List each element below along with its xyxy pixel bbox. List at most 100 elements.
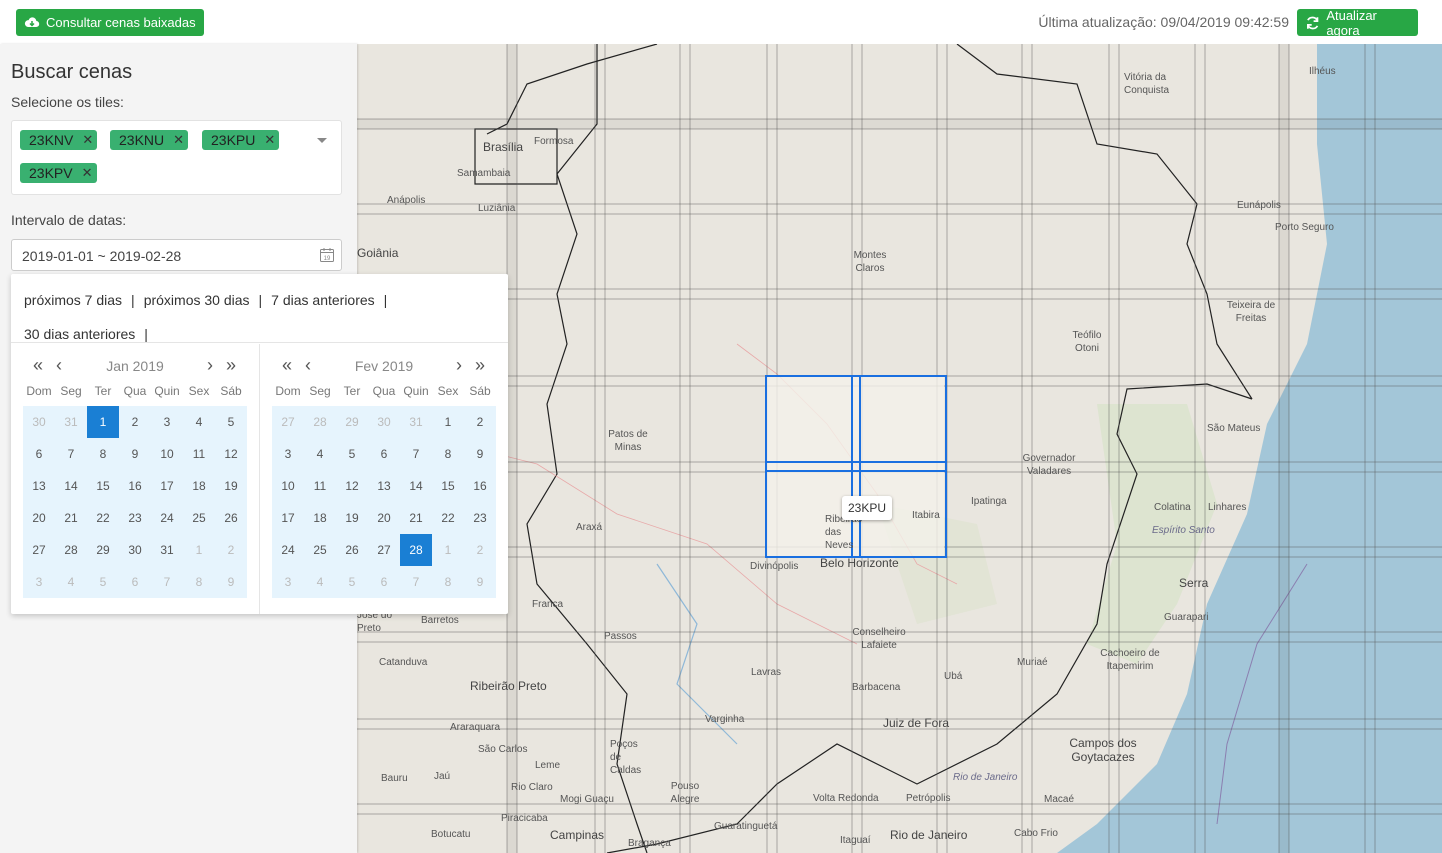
tiles-select[interactable]: 23KNV ✕ 23KNU ✕ 23KPU ✕ 23KPV ✕: [11, 120, 342, 195]
calendar-day[interactable]: 7: [55, 438, 87, 470]
calendar-day[interactable]: 31: [151, 534, 183, 566]
calendar-day[interactable]: 21: [55, 502, 87, 534]
remove-chip-icon[interactable]: ✕: [264, 132, 275, 148]
calendar-day[interactable]: 4: [183, 406, 215, 438]
calendar-day[interactable]: 8: [183, 566, 215, 598]
calendar-day[interactable]: 4: [304, 438, 336, 470]
calendar-day[interactable]: 5: [87, 566, 119, 598]
calendar-day[interactable]: 16: [119, 470, 151, 502]
calendar-day[interactable]: 7: [400, 566, 432, 598]
calendar-day[interactable]: 25: [183, 502, 215, 534]
calendar-day[interactable]: 8: [432, 566, 464, 598]
calendar-day[interactable]: 6: [368, 438, 400, 470]
next-month-icon[interactable]: ›: [456, 355, 462, 376]
next-month-icon[interactable]: ›: [207, 355, 213, 376]
calendar-day[interactable]: 16: [464, 470, 496, 502]
calendar-day[interactable]: 5: [215, 406, 247, 438]
calendar-day[interactable]: 12: [336, 470, 368, 502]
calendar-day[interactable]: 7: [400, 438, 432, 470]
calendar-day[interactable]: 23: [464, 502, 496, 534]
calendar-day[interactable]: 28: [400, 534, 432, 566]
calendar-day[interactable]: 8: [432, 438, 464, 470]
calendar-day[interactable]: 29: [87, 534, 119, 566]
calendar-day[interactable]: 7: [151, 566, 183, 598]
calendar-day[interactable]: 11: [183, 438, 215, 470]
calendar-day[interactable]: 11: [304, 470, 336, 502]
calendar-day[interactable]: 22: [87, 502, 119, 534]
calendar-day[interactable]: 9: [215, 566, 247, 598]
calendar-day[interactable]: 22: [432, 502, 464, 534]
calendar-day[interactable]: 21: [400, 502, 432, 534]
calendar-day[interactable]: 4: [304, 566, 336, 598]
calendar-day[interactable]: 6: [368, 566, 400, 598]
calendar-day[interactable]: 26: [215, 502, 247, 534]
calendar-day[interactable]: 18: [183, 470, 215, 502]
calendar-day[interactable]: 14: [400, 470, 432, 502]
calendar-day[interactable]: 19: [336, 502, 368, 534]
calendar-day[interactable]: 29: [336, 406, 368, 438]
calendar-icon[interactable]: 19: [319, 247, 335, 263]
calendar-day[interactable]: 15: [432, 470, 464, 502]
calendar-day[interactable]: 3: [23, 566, 55, 598]
calendar-day[interactable]: 6: [119, 566, 151, 598]
remove-chip-icon[interactable]: ✕: [82, 165, 93, 181]
calendar-day[interactable]: 31: [55, 406, 87, 438]
calendar-day[interactable]: 30: [119, 534, 151, 566]
calendar-day[interactable]: 25: [304, 534, 336, 566]
calendar-day[interactable]: 28: [304, 406, 336, 438]
calendar-day[interactable]: 26: [336, 534, 368, 566]
calendar-day[interactable]: 5: [336, 438, 368, 470]
calendar-day[interactable]: 17: [151, 470, 183, 502]
calendar-day[interactable]: 27: [272, 406, 304, 438]
calendar-day[interactable]: 10: [272, 470, 304, 502]
remove-chip-icon[interactable]: ✕: [82, 132, 93, 148]
calendar-day[interactable]: 8: [87, 438, 119, 470]
calendar-day[interactable]: 2: [464, 406, 496, 438]
calendar-day[interactable]: 14: [55, 470, 87, 502]
next-year-icon[interactable]: »: [475, 355, 485, 376]
calendar-day[interactable]: 9: [464, 566, 496, 598]
calendar-day[interactable]: 30: [23, 406, 55, 438]
chevron-down-icon[interactable]: [317, 138, 327, 143]
calendar-day[interactable]: 15: [87, 470, 119, 502]
date-range-input[interactable]: 2019-01-01 ~ 2019-02-28 19: [11, 239, 342, 271]
calendar-day[interactable]: 19: [215, 470, 247, 502]
preset-next-30[interactable]: próximos 30 dias: [144, 292, 250, 308]
calendar-day[interactable]: 24: [151, 502, 183, 534]
remove-chip-icon[interactable]: ✕: [173, 132, 184, 148]
calendar-day[interactable]: 3: [272, 566, 304, 598]
calendar-day[interactable]: 2: [464, 534, 496, 566]
calendar-day[interactable]: 30: [368, 406, 400, 438]
calendar-day[interactable]: 20: [23, 502, 55, 534]
calendar-day[interactable]: 3: [272, 438, 304, 470]
calendar-day[interactable]: 6: [23, 438, 55, 470]
next-year-icon[interactable]: »: [226, 355, 236, 376]
map-view[interactable]: Brasília Formosa Samambaia Anápolis Luzi…: [357, 44, 1442, 853]
calendar-day[interactable]: 2: [215, 534, 247, 566]
preset-prev-7[interactable]: 7 dias anteriores: [271, 292, 375, 308]
calendar-day[interactable]: 9: [119, 438, 151, 470]
preset-next-7[interactable]: próximos 7 dias: [24, 292, 122, 308]
calendar-day[interactable]: 28: [55, 534, 87, 566]
calendar-day[interactable]: 18: [304, 502, 336, 534]
calendar-day[interactable]: 3: [151, 406, 183, 438]
downloaded-scenes-button[interactable]: Consultar cenas baixadas: [16, 9, 204, 36]
calendar-day[interactable]: 20: [368, 502, 400, 534]
calendar-day[interactable]: 27: [368, 534, 400, 566]
refresh-button[interactable]: Atualizar agora: [1297, 8, 1418, 38]
calendar-day[interactable]: 23: [119, 502, 151, 534]
calendar-day[interactable]: 24: [272, 534, 304, 566]
calendar-day[interactable]: 13: [23, 470, 55, 502]
calendar-day[interactable]: 27: [23, 534, 55, 566]
preset-prev-30[interactable]: 30 dias anteriores: [24, 326, 135, 342]
calendar-day[interactable]: 12: [215, 438, 247, 470]
calendar-day[interactable]: 5: [336, 566, 368, 598]
calendar-day[interactable]: 1: [432, 406, 464, 438]
calendar-day[interactable]: 4: [55, 566, 87, 598]
calendar-day[interactable]: 17: [272, 502, 304, 534]
calendar-day[interactable]: 31: [400, 406, 432, 438]
calendar-day[interactable]: 1: [432, 534, 464, 566]
calendar-day[interactable]: 10: [151, 438, 183, 470]
calendar-day[interactable]: 1: [87, 406, 119, 438]
calendar-day[interactable]: 2: [119, 406, 151, 438]
